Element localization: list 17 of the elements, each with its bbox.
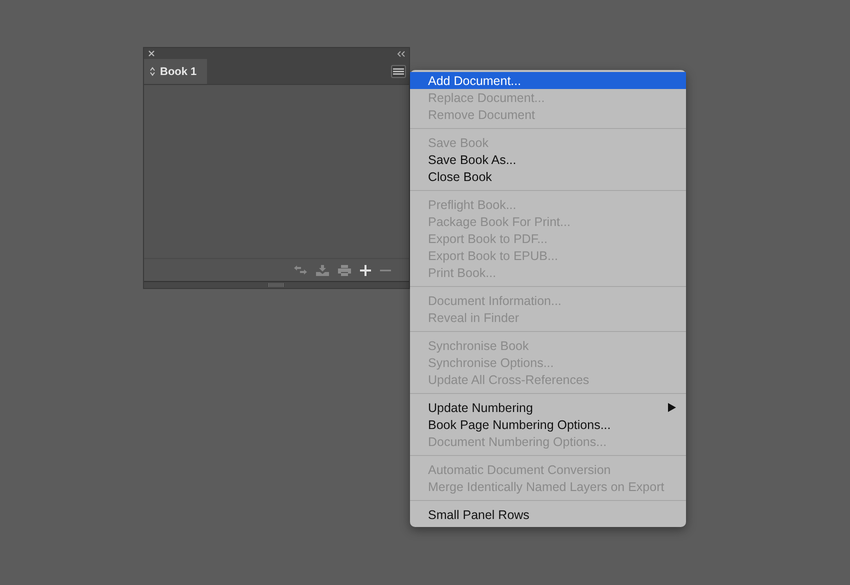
save-icon[interactable] [316,264,329,276]
plus-icon[interactable] [360,264,371,276]
minus-icon[interactable] [380,268,391,272]
close-icon[interactable] [148,50,155,57]
menu-item[interactable]: Small Panel Rows [410,506,686,523]
resize-grip-icon[interactable] [268,283,285,287]
menu-item[interactable]: Update Numbering [410,399,686,416]
panel-menu-button[interactable] [391,65,406,78]
collapse-icon[interactable] [397,50,405,56]
synchronize-icon[interactable] [294,265,307,275]
menu-item[interactable]: Book Page Numbering Options... [410,416,686,433]
up-down-arrows-icon [150,67,155,76]
menu-item[interactable]: Add Document... [410,72,686,89]
menu-item[interactable]: Save Book As... [410,151,686,168]
panel-tab[interactable]: Book 1 [144,59,207,84]
print-icon[interactable] [338,264,351,276]
menu-item[interactable]: Close Book [410,168,686,185]
